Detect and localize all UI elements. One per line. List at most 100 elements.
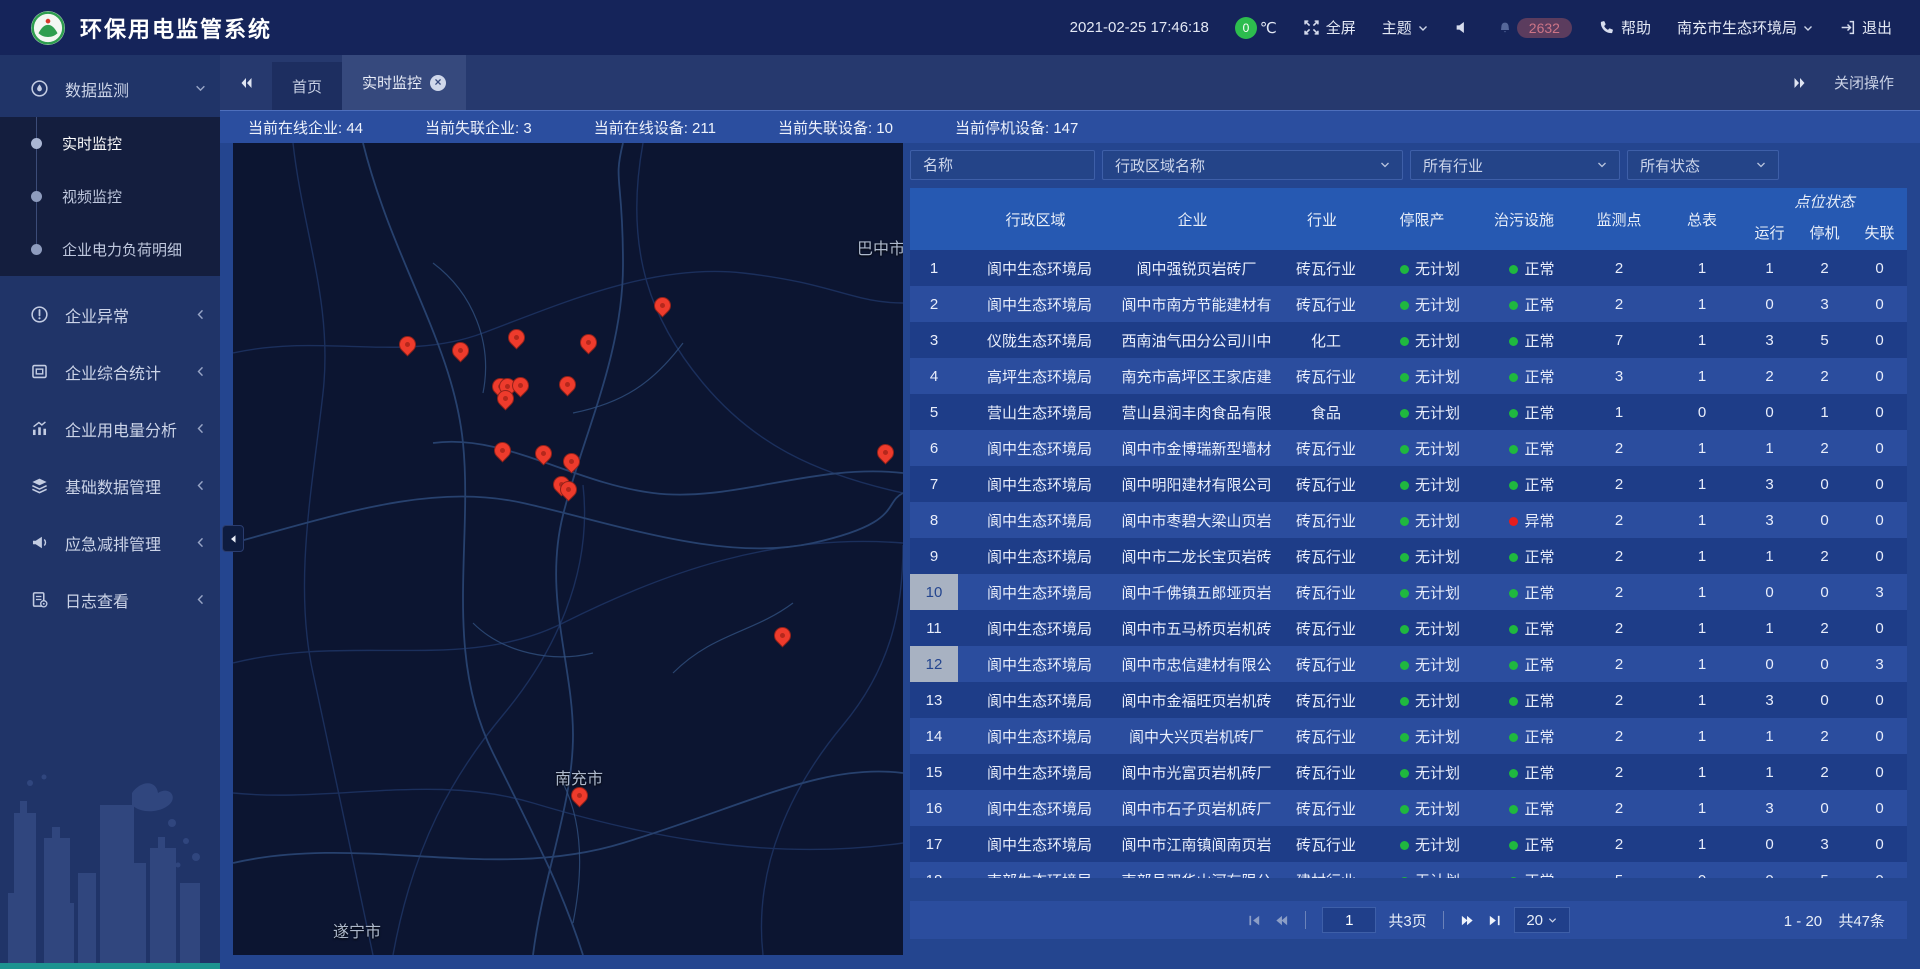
- mute-button[interactable]: [1454, 19, 1471, 36]
- cell-meter: 1: [1662, 286, 1742, 322]
- sidebar-submenu: 实时监控 视频监控 企业电力负荷明细: [0, 117, 220, 276]
- cell-index: 10: [910, 574, 958, 610]
- cell-index: 12: [910, 646, 958, 682]
- cell-industry: 砖瓦行业: [1272, 430, 1372, 466]
- prev-page-button[interactable]: [1274, 913, 1289, 928]
- cell-company: 阆中大兴页岩机砖厂: [1113, 718, 1272, 754]
- sidebar-item-company-statistics[interactable]: 企业综合统计: [0, 343, 220, 400]
- status-dot-green: [1400, 697, 1409, 706]
- table-row[interactable]: 6 阆中生态环境局 阆中市金博瑞新型墙材 砖瓦行业 无计划 正常 2 1 1 2…: [910, 430, 1907, 466]
- table-row[interactable]: 16 阆中生态环境局 阆中市石子页岩机砖厂 砖瓦行业 无计划 正常 2 1 3 …: [910, 790, 1907, 826]
- chevron-down-icon: [1380, 160, 1390, 170]
- notifications-button[interactable]: 2632: [1497, 18, 1572, 38]
- tab-realtime-monitoring[interactable]: 实时监控 ×: [342, 55, 466, 110]
- region-filter-select[interactable]: 行政区域名称: [1102, 150, 1403, 180]
- cell-facility: 正常: [1472, 682, 1576, 718]
- cell-run: 2: [1742, 358, 1797, 394]
- name-filter-input[interactable]: [923, 157, 1082, 174]
- theme-dropdown[interactable]: 主题: [1382, 17, 1428, 38]
- cell-company: 阆中明阳建材有限公司: [1113, 466, 1272, 502]
- chevron-left-icon: [195, 480, 206, 491]
- cell-region: 阆中生态环境局: [958, 250, 1113, 286]
- tabs-scroll-left-button[interactable]: [220, 55, 272, 110]
- cell-index: 16: [910, 790, 958, 826]
- sidebar-subitem-video-monitoring[interactable]: 视频监控: [0, 170, 220, 223]
- table-row[interactable]: 14 阆中生态环境局 阆中大兴页岩机砖厂 砖瓦行业 无计划 正常 2 1 1 2…: [910, 718, 1907, 754]
- cell-meter: 1: [1662, 502, 1742, 538]
- cell-industry: 砖瓦行业: [1272, 790, 1372, 826]
- sidebar-subitem-realtime-monitoring[interactable]: 实时监控: [0, 117, 220, 170]
- table-row[interactable]: 12 阆中生态环境局 阆中市忠信建材有限公 砖瓦行业 无计划 正常 2 1 0 …: [910, 646, 1907, 682]
- table-row[interactable]: 10 阆中生态环境局 阆中千佛镇五郎垭页岩 砖瓦行业 无计划 正常 2 1 0 …: [910, 574, 1907, 610]
- cell-company: 阆中市忠信建材有限公: [1113, 646, 1272, 682]
- sidebar-subitem-label: 企业电力负荷明细: [62, 239, 182, 260]
- map-collapse-button[interactable]: [222, 525, 244, 552]
- cell-region: 阆中生态环境局: [958, 538, 1113, 574]
- name-filter-field[interactable]: [910, 150, 1095, 180]
- cell-industry: 砖瓦行业: [1272, 250, 1372, 286]
- table-row[interactable]: 3 仪陇生态环境局 西南油气田分公司川中 化工 无计划 正常 7 1 3 5 0: [910, 322, 1907, 358]
- cell-lost: 0: [1852, 682, 1907, 718]
- cell-monitor: 2: [1576, 826, 1662, 862]
- page-title: 环保用电监管系统: [80, 12, 272, 44]
- tab-close-icon[interactable]: ×: [430, 75, 446, 91]
- sidebar-item-company-abnormal[interactable]: 企业异常: [0, 286, 220, 343]
- cell-industry: 砖瓦行业: [1272, 466, 1372, 502]
- org-dropdown[interactable]: 南充市生态环境局: [1677, 17, 1813, 38]
- chevron-down-icon: [1803, 23, 1813, 33]
- sidebar-item-log-view[interactable]: 日志查看: [0, 571, 220, 628]
- table-row[interactable]: 1 阆中生态环境局 阆中强锐页岩砖厂 砖瓦行业 无计划 正常 2 1 1 2 0: [910, 250, 1907, 286]
- close-operations-button[interactable]: 关闭操作: [1834, 72, 1894, 93]
- logout-button[interactable]: 退出: [1839, 17, 1892, 38]
- cell-run: 0: [1742, 394, 1797, 430]
- help-button[interactable]: 帮助: [1598, 17, 1651, 38]
- tab-home[interactable]: 首页: [272, 62, 342, 110]
- last-page-button[interactable]: [1487, 913, 1502, 928]
- cell-monitor: 3: [1576, 358, 1662, 394]
- double-chevron-right-icon[interactable]: [1792, 75, 1808, 91]
- page-size-select[interactable]: 20: [1514, 907, 1570, 933]
- sidebar-subitem-power-load-detail[interactable]: 企业电力负荷明细: [0, 223, 220, 276]
- cell-index: 17: [910, 826, 958, 862]
- cell-facility: 正常: [1472, 754, 1576, 790]
- table-row[interactable]: 13 阆中生态环境局 阆中市金福旺页岩机砖 砖瓦行业 无计划 正常 2 1 3 …: [910, 682, 1907, 718]
- sidebar-item-label: 数据监测: [65, 77, 195, 101]
- company-stats-icon: [30, 362, 49, 381]
- table-row[interactable]: 7 阆中生态环境局 阆中明阳建材有限公司 砖瓦行业 无计划 正常 2 1 3 0…: [910, 466, 1907, 502]
- table-row[interactable]: 8 阆中生态环境局 阆中市枣碧大梁山页岩 砖瓦行业 无计划 异常 2 1 3 0…: [910, 502, 1907, 538]
- table-row[interactable]: 5 营山生态环境局 营山县润丰肉食品有限 食品 无计划 正常 1 0 0 1 0: [910, 394, 1907, 430]
- cell-lost: 0: [1852, 466, 1907, 502]
- table-row[interactable]: 18 南部生态环境局 南部县双华山河有限公 建材行业 无计划 正常 5 0 0 …: [910, 862, 1907, 878]
- industry-filter-select[interactable]: 所有行业: [1410, 150, 1620, 180]
- fullscreen-button[interactable]: 全屏: [1303, 17, 1356, 38]
- sidebar-item-emergency-reduction[interactable]: 应急减排管理: [0, 514, 220, 571]
- status-filter-select[interactable]: 所有状态: [1627, 150, 1779, 180]
- temperature-unit: ℃: [1260, 19, 1277, 37]
- next-page-button[interactable]: [1460, 913, 1475, 928]
- cell-run: 0: [1742, 862, 1797, 878]
- status-dot-green: [1509, 877, 1518, 879]
- cell-index: 4: [910, 358, 958, 394]
- page-number-input[interactable]: [1322, 907, 1376, 933]
- sidebar-item-base-data-management[interactable]: 基础数据管理: [0, 457, 220, 514]
- table-row[interactable]: 4 高坪生态环境局 南充市高坪区王家店建 砖瓦行业 无计划 正常 3 1 2 2…: [910, 358, 1907, 394]
- table-row[interactable]: 11 阆中生态环境局 阆中市五马桥页岩机砖 砖瓦行业 无计划 正常 2 1 1 …: [910, 610, 1907, 646]
- cell-stop: 2: [1797, 250, 1852, 286]
- cell-stop: 0: [1797, 502, 1852, 538]
- table-row[interactable]: 15 阆中生态环境局 阆中市光富页岩机砖厂 砖瓦行业 无计划 正常 2 1 1 …: [910, 754, 1907, 790]
- cell-region: 仪陇生态环境局: [958, 322, 1113, 358]
- map-canvas[interactable]: 巴中市南充市遂宁市: [233, 143, 903, 955]
- cell-meter: 1: [1662, 718, 1742, 754]
- table-row[interactable]: 17 阆中生态环境局 阆中市江南镇阆南页岩 砖瓦行业 无计划 正常 2 1 0 …: [910, 826, 1907, 862]
- cell-index: 13: [910, 682, 958, 718]
- sidebar-item-data-monitoring[interactable]: 数据监测: [0, 60, 220, 117]
- first-page-button[interactable]: [1247, 913, 1262, 928]
- cell-monitor: 2: [1576, 430, 1662, 466]
- header-bar: 环保用电监管系统 2021-02-25 17:46:18 0 ℃ 全屏 主题 2…: [0, 0, 1920, 55]
- cell-production: 无计划: [1372, 358, 1472, 394]
- status-dot-green: [1400, 589, 1409, 598]
- sidebar-item-power-usage-analysis[interactable]: 企业用电量分析: [0, 400, 220, 457]
- table-row[interactable]: 2 阆中生态环境局 阆中市南方节能建材有 砖瓦行业 无计划 正常 2 1 0 3…: [910, 286, 1907, 322]
- status-dot-green: [1400, 805, 1409, 814]
- table-row[interactable]: 9 阆中生态环境局 阆中市二龙长宝页岩砖 砖瓦行业 无计划 正常 2 1 1 2…: [910, 538, 1907, 574]
